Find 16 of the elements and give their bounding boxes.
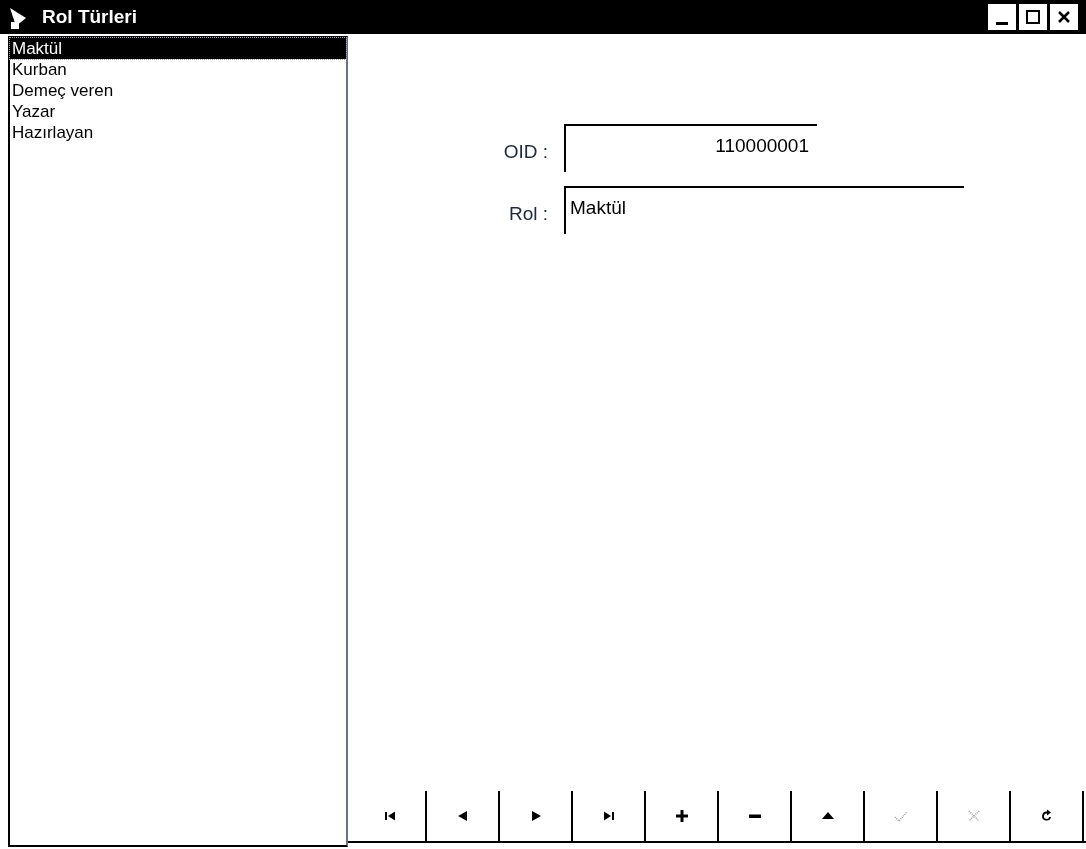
list-item[interactable]: Kurban	[10, 59, 346, 80]
close-icon	[1057, 10, 1071, 24]
list-item[interactable]: Hazırlayan	[10, 122, 346, 143]
minimize-button[interactable]	[988, 4, 1016, 30]
list-item[interactable]: Demeç veren	[10, 80, 346, 101]
input-field[interactable]: 110000001	[564, 124, 817, 172]
window-title: Rol Türleri	[42, 4, 137, 29]
minimize-icon	[996, 22, 1008, 25]
field-label: Rol :	[507, 201, 548, 226]
close-button[interactable]	[1050, 4, 1078, 30]
input-field[interactable]: Maktül	[564, 186, 964, 234]
maximize-icon	[1026, 10, 1040, 24]
list-item[interactable]: Yazar	[10, 101, 346, 122]
maximize-button[interactable]	[1019, 4, 1047, 30]
field-label: OID :	[502, 139, 548, 164]
list-item[interactable]: Maktül	[10, 38, 346, 59]
